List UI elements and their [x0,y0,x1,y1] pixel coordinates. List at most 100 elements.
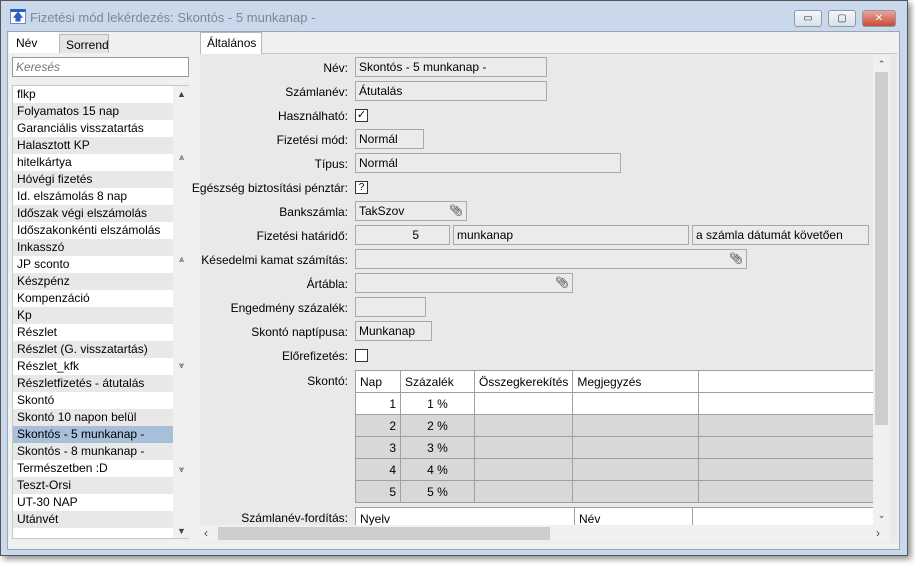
col-nap[interactable]: Nap [355,370,401,393]
list-item[interactable]: Skontó 10 napon belül [13,409,173,426]
paperclip-icon[interactable]: 📎︎ [555,276,569,289]
close-button[interactable]: ✕ [862,10,896,27]
nap-cell[interactable]: 1 [355,392,401,415]
hasznalhato-checkbox[interactable]: ✓ [355,109,368,122]
elore-label: Előrefizetés: [281,349,348,363]
horizontal-scrollbar[interactable]: ‹ › [200,525,890,542]
osszegkerekites-cell[interactable] [473,480,574,503]
nev-field[interactable]: Skontós - 5 munkanap - [355,57,547,77]
szazalek-cell[interactable]: 2 % [400,414,475,437]
list-item[interactable]: Garanciális visszatartás [13,120,173,137]
scroll-down-icon[interactable]: ▼ [173,526,190,536]
fizmod-field[interactable]: Normál [355,129,424,149]
paperclip-icon[interactable]: 📎︎ [729,252,743,265]
list-item[interactable]: Időszak végi elszámolás [13,205,173,222]
osszegkerekites-cell[interactable] [473,414,574,437]
list-item[interactable]: Részlet_kfk [13,358,173,375]
horizontal-scroll-thumb[interactable] [218,527,550,540]
col-osszegkerekites[interactable]: Összegkerekítés [473,370,574,393]
megjegyzes-cell[interactable] [572,480,700,503]
skonto-row[interactable]: 55 % [355,480,875,503]
tab-sorrend[interactable]: Sorrend [59,34,109,53]
list-item[interactable]: Részlet [13,324,173,341]
skonto-row[interactable]: 11 % [355,392,875,415]
hasznalhato-label: Használható: [277,109,348,123]
osszegkerekites-cell[interactable] [473,392,574,415]
minimize-button[interactable]: ▭ [794,10,822,27]
page-down-icon[interactable]: ⩔ [173,360,190,371]
naptipus-field[interactable]: Munkanap [355,321,432,341]
szazalek-cell[interactable]: 3 % [400,436,475,459]
megjegyzes-cell[interactable] [572,392,700,415]
list-item[interactable]: flkp [13,86,173,103]
page-up-icon[interactable]: ⩓ [173,254,190,265]
page-up-icon[interactable]: ⩓ [173,152,190,163]
col-megjegyzes[interactable]: Megjegyzés [572,370,700,393]
maximize-button[interactable]: ▢ [828,10,856,27]
scroll-up-icon[interactable]: ⌃ [873,59,890,70]
hatarido-days-field[interactable]: 5 [355,225,450,245]
list-item[interactable]: Skontós - 8 munkanap - [13,443,173,460]
szazalek-cell[interactable]: 1 % [400,392,475,415]
artabla-field[interactable]: 📎︎ [355,273,573,293]
nap-cell[interactable]: 2 [355,414,401,437]
osszegkerekites-cell[interactable] [473,436,574,459]
tipus-label: Típus: [314,157,348,171]
megjegyzes-cell[interactable] [572,458,700,481]
list-item[interactable]: Skontós - 5 munkanap - [13,426,173,443]
list-scrollbar[interactable]: ▲ ⩓ ⩓ ⩔ ⩔ ▼ [173,86,189,538]
list-item[interactable]: Teszt-Orsi [13,477,173,494]
list-item[interactable]: Készpénz [13,273,173,290]
list-item[interactable]: Kompenzáció [13,290,173,307]
fizmod-label: Fizetési mód: [276,133,348,147]
list-item[interactable]: Hóvégi fizetés [13,171,173,188]
szazalek-cell[interactable]: 4 % [400,458,475,481]
megjegyzes-cell[interactable] [572,414,700,437]
list-item[interactable]: Időszakonkénti elszámolás [13,222,173,239]
page-down-icon[interactable]: ⩔ [173,464,190,475]
naptipus-label: Skontó naptípusa: [251,325,348,339]
search-input[interactable] [12,57,189,77]
list-item[interactable]: Részletfizetés - átutalás [13,375,173,392]
skonto-row[interactable]: 44 % [355,458,875,481]
nap-cell[interactable]: 4 [355,458,401,481]
szazalek-cell[interactable]: 5 % [400,480,475,503]
list-item[interactable]: Id. elszámolás 8 nap [13,188,173,205]
scroll-up-icon[interactable]: ▲ [173,89,190,99]
skonto-row[interactable]: 33 % [355,436,875,459]
scroll-left-icon[interactable]: ‹ [204,526,208,540]
hatarido-unit-field[interactable]: munkanap [453,225,689,245]
elore-checkbox[interactable] [355,349,368,362]
list-item[interactable]: Utánvét [13,511,173,528]
list-item[interactable]: Kp [13,307,173,324]
nap-cell[interactable]: 3 [355,436,401,459]
list-item[interactable]: Inkasszó [13,239,173,256]
egeszseg-checkbox[interactable]: ? [355,181,368,194]
list-item[interactable]: Természetben :D [13,460,173,477]
list-item[interactable]: Folyamatos 15 nap [13,103,173,120]
list-item[interactable]: Részlet (G. visszatartás) [13,341,173,358]
vertical-scroll-thumb[interactable] [875,72,888,425]
list-item[interactable]: UT-30 NAP [13,494,173,511]
tab-nev[interactable]: Név [9,32,59,53]
hatarido-rule-field[interactable]: a számla dátumát követően [692,225,869,245]
scroll-right-icon[interactable]: › [876,526,880,540]
scroll-down-icon[interactable]: ⌄ [873,510,890,521]
megjegyzes-cell[interactable] [572,436,700,459]
szamlanev-field[interactable]: Átutalás [355,81,547,101]
kesedelmi-field[interactable]: 📎︎ [355,249,747,269]
list-item[interactable]: Halasztott KP [13,137,173,154]
paperclip-icon[interactable]: 📎︎ [449,204,463,217]
list-item[interactable]: hitelkártya [13,154,173,171]
tab-altalanos[interactable]: Általános [200,32,262,54]
list-item[interactable]: Skontó [13,392,173,409]
list-item[interactable]: JP sconto [13,256,173,273]
bank-field[interactable]: TakSzov 📎︎ [355,201,467,221]
engedmeny-field[interactable] [355,297,426,317]
tipus-field[interactable]: Normál [355,153,621,173]
vertical-scrollbar[interactable]: ⌃ ⌄ [873,55,890,525]
col-szazalek[interactable]: Százalék [400,370,475,393]
skonto-row[interactable]: 22 % [355,414,875,437]
nap-cell[interactable]: 5 [355,480,401,503]
osszegkerekites-cell[interactable] [473,458,574,481]
